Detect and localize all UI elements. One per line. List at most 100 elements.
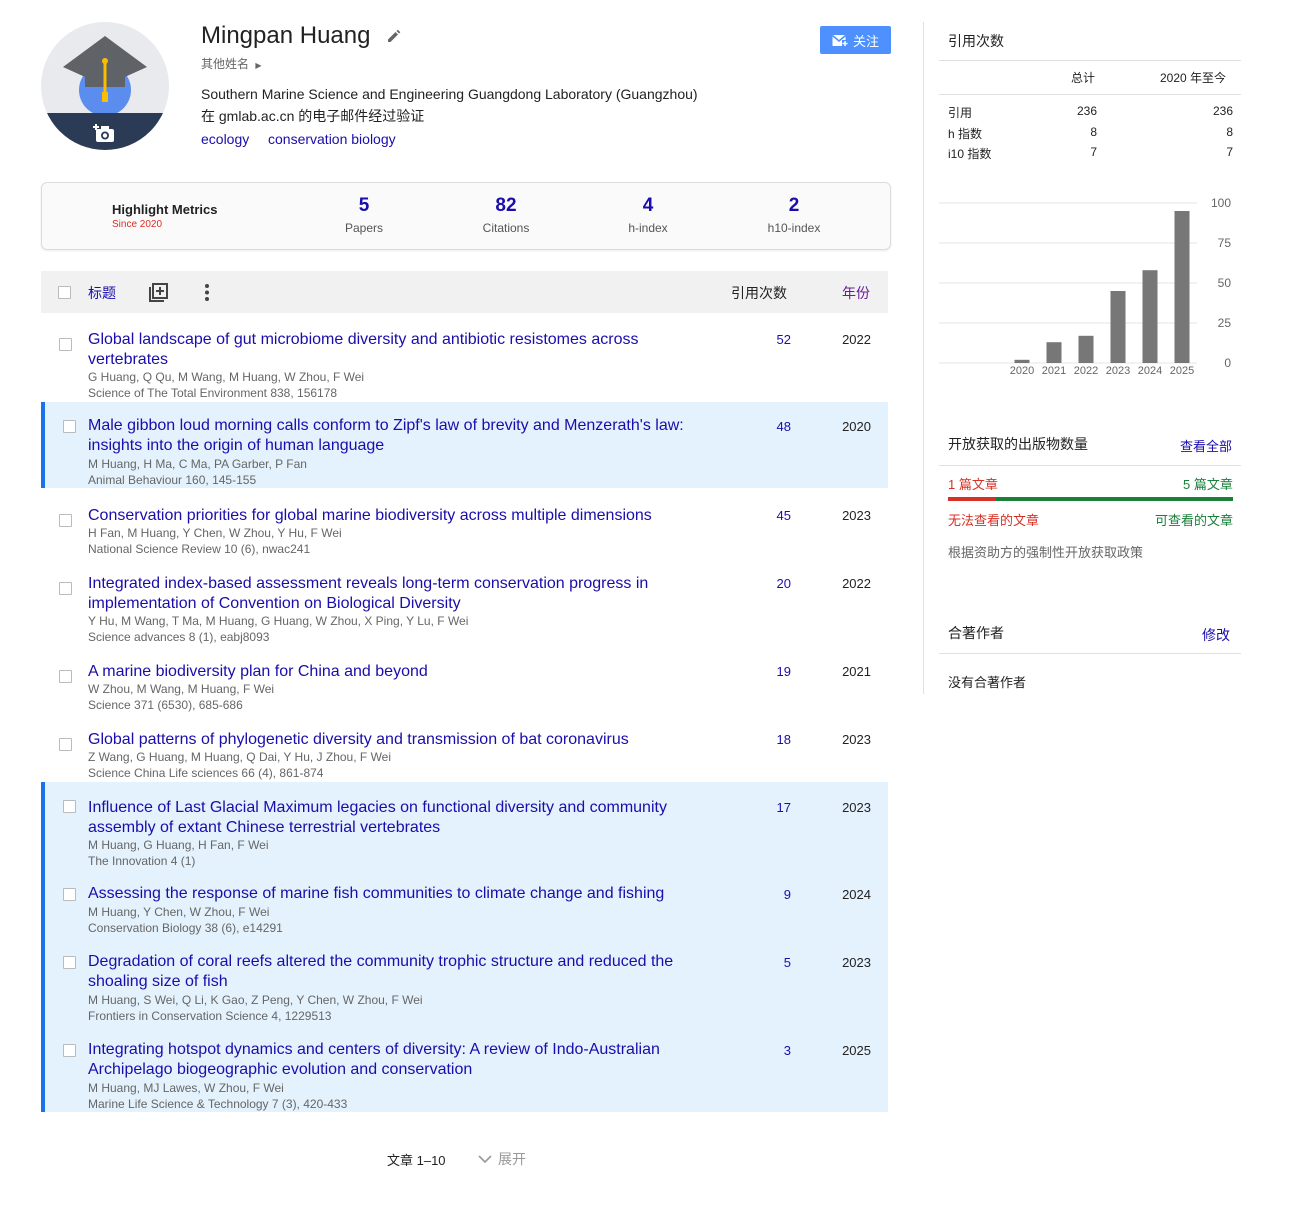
bar — [1078, 335, 1094, 363]
article-title-link[interactable]: Global landscape of gut microbiome diver… — [88, 330, 688, 370]
cited-by-link[interactable]: 52 — [741, 330, 791, 350]
available-count[interactable]: 5 篇文章 — [1183, 474, 1233, 493]
show-more-label: 展开 — [498, 1151, 526, 1167]
x-tick-label: 2020 — [1010, 365, 1034, 377]
cited-by-link[interactable]: 9 — [741, 885, 791, 905]
add-article-icon[interactable] — [149, 283, 168, 302]
col-since-label: 2020 年至今 — [1160, 71, 1227, 85]
metric-value: 82 — [495, 195, 517, 216]
article-title-link[interactable]: Global patterns of phylogenetic diversit… — [88, 730, 768, 750]
article-venue: Science of The Total Environment 838, 15… — [88, 386, 338, 400]
article-title-link[interactable]: Degradation of coral reefs altered the c… — [88, 952, 688, 992]
row-checkbox[interactable] — [63, 888, 76, 901]
divider — [939, 94, 1241, 95]
article-year: 2023 — [842, 508, 871, 523]
y-tick-label: 50 — [1218, 276, 1232, 290]
stat-since: 236 — [1212, 104, 1233, 118]
article-venue: The Innovation 4 (1) — [88, 854, 196, 868]
x-tick-label: 2023 — [1106, 365, 1130, 377]
column-divider — [923, 22, 924, 694]
article-venue: National Science Review 10 (6), nwac241 — [88, 542, 311, 556]
x-tick-label: 2021 — [1042, 365, 1066, 377]
keyword-link[interactable]: conservation biology — [268, 131, 396, 147]
article-row: Global landscape of gut microbiome diver… — [41, 330, 888, 402]
metric-value: 5 — [358, 195, 370, 216]
divider — [939, 653, 1241, 654]
y-tick-label: 100 — [1211, 196, 1231, 210]
show-more-button[interactable]: 展开 — [478, 1149, 526, 1169]
follow-button[interactable]: 关注 — [820, 26, 891, 54]
cited-by-link[interactable]: 20 — [741, 574, 791, 594]
article-row: A marine biodiversity plan for China and… — [41, 662, 888, 716]
keyword-link[interactable]: ecology — [201, 131, 249, 147]
row-checkbox[interactable] — [59, 582, 72, 595]
cited-by-link[interactable]: 45 — [741, 506, 791, 526]
metric-h-index: 4 h-index — [588, 195, 708, 235]
x-tick-label: 2022 — [1074, 365, 1098, 377]
article-venue: Science 371 (6530), 685-686 — [88, 698, 243, 712]
stat-all: 7 — [1090, 145, 1097, 159]
metric-label: Papers — [344, 221, 384, 235]
article-title-link[interactable]: A marine biodiversity plan for China and… — [88, 662, 688, 682]
cited-by-link[interactable]: 18 — [741, 730, 791, 750]
row-checkbox[interactable] — [59, 738, 72, 751]
profile-avatar[interactable] — [41, 22, 169, 150]
cited-by-link[interactable]: 19 — [741, 662, 791, 682]
cited-by-link[interactable]: 17 — [741, 798, 791, 818]
unavailable-label[interactable]: 无法查看的文章 — [948, 510, 1039, 529]
view-all-link[interactable]: 查看全部 — [1180, 436, 1232, 455]
article-row: Male gibbon loud morning calls conform t… — [41, 402, 888, 488]
edit-coauthors-link[interactable]: 修改 — [1202, 625, 1230, 645]
chevron-down-icon — [478, 1154, 492, 1163]
article-authors: M Huang, G Huang, H Fan, F Wei — [88, 838, 269, 852]
more-vert-icon[interactable] — [204, 283, 210, 302]
sort-by-cited[interactable]: 引用次数 — [731, 283, 787, 303]
unavailable-count[interactable]: 1 篇文章 — [948, 474, 998, 493]
other-names-link[interactable]: 其他姓名 ▶ — [201, 55, 262, 72]
article-venue: Marine Life Science & Technology 7 (3), … — [88, 1097, 348, 1111]
other-names-label: 其他姓名 — [201, 57, 250, 71]
no-coauthors-text: 没有合著作者 — [948, 675, 1027, 690]
row-checkbox[interactable] — [63, 1044, 76, 1057]
row-checkbox[interactable] — [63, 956, 76, 969]
article-year: 2022 — [842, 332, 871, 347]
y-tick-label: 25 — [1218, 316, 1232, 330]
sort-by-year[interactable]: 年份 — [842, 283, 870, 303]
row-checkbox[interactable] — [63, 420, 76, 433]
cited-by-link[interactable]: 5 — [741, 953, 791, 973]
row-checkbox[interactable] — [59, 670, 72, 683]
cited-by-title: 引用次数 — [948, 33, 1004, 49]
article-row: Assessing the response of marine fish co… — [41, 870, 888, 938]
x-tick-label: 2025 — [1170, 365, 1194, 377]
sort-by-title[interactable]: 标题 — [88, 283, 116, 303]
article-title-link[interactable]: Conservation priorities for global marin… — [88, 506, 768, 526]
row-checkbox[interactable] — [63, 800, 76, 813]
article-row: Integrating hotspot dynamics and centers… — [41, 1026, 888, 1112]
divider — [939, 60, 1241, 61]
article-authors: M Huang, H Ma, C Ma, PA Garber, P Fan — [88, 457, 307, 471]
article-year: 2020 — [842, 419, 871, 434]
divider — [939, 465, 1241, 466]
row-checkbox[interactable] — [59, 338, 72, 351]
cited-by-link[interactable]: 48 — [741, 417, 791, 437]
article-title-link[interactable]: Integrated index-based assessment reveal… — [88, 574, 668, 614]
y-tick-label: 0 — [1224, 356, 1231, 370]
article-row: Conservation priorities for global marin… — [41, 506, 888, 560]
camera-add-icon[interactable] — [93, 122, 117, 144]
edit-pencil-icon[interactable] — [386, 28, 402, 44]
article-authors: Y Hu, M Wang, T Ma, M Huang, G Huang, W … — [88, 614, 469, 628]
row-checkbox[interactable] — [59, 514, 72, 527]
article-title-link[interactable]: Influence of Last Glacial Maximum legaci… — [88, 798, 688, 838]
select-all-checkbox[interactable] — [58, 286, 71, 299]
cited-by-link[interactable]: 3 — [741, 1041, 791, 1061]
article-year: 2023 — [842, 955, 871, 970]
stat-label: h 指数 — [948, 127, 983, 141]
article-authors: W Zhou, M Wang, M Huang, F Wei — [88, 682, 275, 696]
article-title-link[interactable]: Male gibbon loud morning calls conform t… — [88, 416, 688, 456]
article-title-link[interactable]: Assessing the response of marine fish co… — [88, 884, 768, 904]
article-row: Degradation of coral reefs altered the c… — [41, 938, 888, 1026]
article-row: Global patterns of phylogenetic diversit… — [41, 730, 888, 784]
article-row: Influence of Last Glacial Maximum legaci… — [41, 782, 888, 870]
article-title-link[interactable]: Integrating hotspot dynamics and centers… — [88, 1040, 678, 1080]
available-label[interactable]: 可查看的文章 — [1155, 510, 1233, 529]
